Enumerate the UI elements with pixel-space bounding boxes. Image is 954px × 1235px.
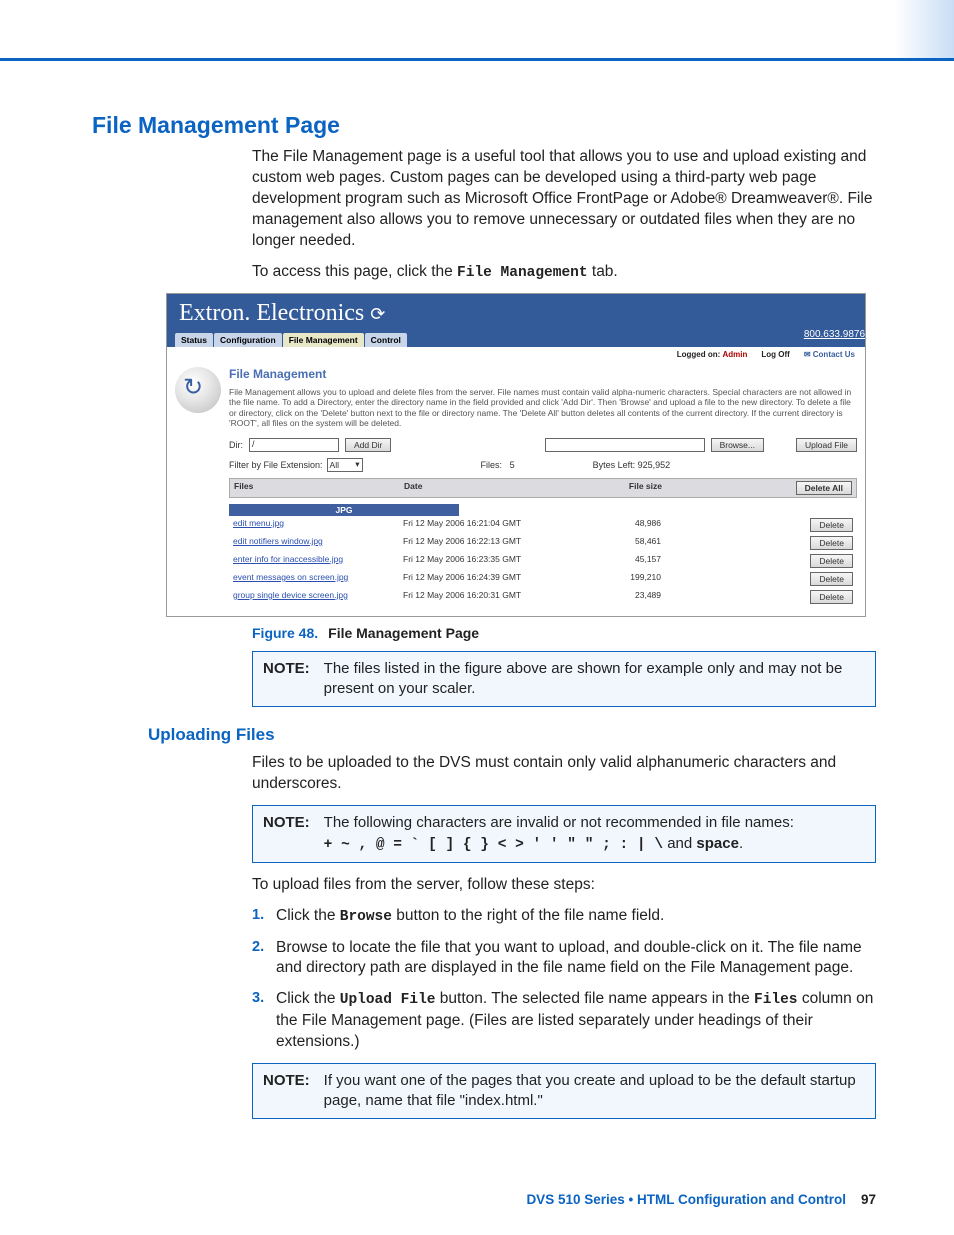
delete-button[interactable]: Delete	[810, 554, 853, 568]
top-gradient	[894, 0, 954, 58]
file-link[interactable]: group single device screen.jpg	[233, 590, 348, 600]
delete-button[interactable]: Delete	[810, 518, 853, 532]
intro-paragraph-1: The File Management page is a useful too…	[252, 147, 876, 252]
delete-button[interactable]: Delete	[810, 572, 853, 586]
col-date: Date	[404, 481, 594, 495]
top-rule	[0, 58, 954, 61]
add-dir-button[interactable]: Add Dir	[345, 438, 391, 452]
panel-description: File Management allows you to upload and…	[229, 387, 857, 428]
file-size: 58,461	[593, 536, 661, 550]
code-tab-name: File Management	[457, 265, 588, 281]
tab-bar: Status Configuration File Management Con…	[167, 329, 865, 347]
contact-link[interactable]: ✉ Contact Us	[804, 350, 855, 359]
filter-label: Filter by File Extension:	[229, 460, 323, 470]
upload-intro: Files to be uploaded to the DVS must con…	[252, 753, 876, 795]
file-group-jpg: JPG	[229, 504, 459, 516]
file-date: Fri 12 May 2006 16:21:04 GMT	[403, 518, 593, 532]
note-index-html: NOTE: If you want one of the pages that …	[252, 1063, 876, 1120]
file-date: Fri 12 May 2006 16:20:31 GMT	[403, 590, 593, 604]
upload-path-input[interactable]	[545, 438, 705, 452]
step-3: Click the Upload File button. The select…	[252, 989, 876, 1052]
file-size: 45,157	[593, 554, 661, 568]
file-link[interactable]: edit notifiers window.jpg	[233, 536, 323, 546]
bytes-left: Bytes Left: 925,952	[593, 460, 671, 470]
file-link[interactable]: event messages on screen.jpg	[233, 572, 348, 582]
note-invalid-chars: NOTE: The following characters are inval…	[252, 805, 876, 863]
tab-status[interactable]: Status	[175, 333, 213, 347]
logon-status: Logged on: Admin	[677, 350, 748, 359]
file-date: Fri 12 May 2006 16:24:39 GMT	[403, 572, 593, 586]
file-row: edit notifiers window.jpg Fri 12 May 2006…	[229, 534, 857, 552]
file-size: 23,489	[593, 590, 661, 604]
file-size: 48,986	[593, 518, 661, 532]
upload-file-button[interactable]: Upload File	[796, 438, 857, 452]
upload-steps-intro: To upload files from the server, follow …	[252, 875, 876, 896]
col-size: File size	[594, 481, 662, 495]
file-date: Fri 12 May 2006 16:22:13 GMT	[403, 536, 593, 550]
file-date: Fri 12 May 2006 16:23:35 GMT	[403, 554, 593, 568]
logo-icon	[175, 367, 221, 413]
tab-configuration[interactable]: Configuration	[214, 333, 282, 347]
file-size: 199,210	[593, 572, 661, 586]
file-row: edit menu.jpg Fri 12 May 2006 16:21:04 GM…	[229, 516, 857, 534]
file-row: enter info for inaccessible.jpg Fri 12 Ma…	[229, 552, 857, 570]
col-files: Files	[234, 481, 404, 495]
file-link[interactable]: enter info for inaccessible.jpg	[233, 554, 343, 564]
delete-all-button[interactable]: Delete All	[796, 481, 852, 495]
phone-number: 800.633.9876	[804, 329, 865, 340]
intro-paragraph-2: To access this page, click the File Mana…	[252, 262, 876, 284]
filter-select[interactable]: All▾	[327, 458, 363, 472]
upload-steps: Click the Browse button to the right of …	[252, 906, 876, 1053]
tab-file-management[interactable]: File Management	[283, 333, 364, 347]
figure-caption: Figure 48.File Management Page	[252, 625, 876, 641]
tab-control[interactable]: Control	[365, 333, 407, 347]
dir-input[interactable]: /	[249, 438, 339, 452]
files-count-label: Files: 5	[481, 460, 515, 470]
file-row: group single device screen.jpg Fri 12 May…	[229, 588, 857, 606]
brand-header: Extron. Electronics ⟳	[167, 294, 865, 329]
page-heading: File Management Page	[92, 112, 876, 139]
browse-button[interactable]: Browse...	[711, 438, 764, 452]
file-management-screenshot: Extron. Electronics ⟳ Status Configurati…	[166, 293, 866, 617]
page-footer: DVS 510 Series • HTML Configuration and …	[526, 1192, 876, 1207]
step-1: Click the Browse button to the right of …	[252, 906, 876, 928]
delete-button[interactable]: Delete	[810, 590, 853, 604]
delete-button[interactable]: Delete	[810, 536, 853, 550]
file-link[interactable]: edit menu.jpg	[233, 518, 284, 528]
uploading-files-heading: Uploading Files	[148, 725, 876, 745]
logoff-link[interactable]: Log Off	[761, 350, 789, 359]
file-row: event messages on screen.jpg Fri 12 May 2…	[229, 570, 857, 588]
dir-label: Dir:	[229, 440, 243, 450]
step-2: Browse to locate the file that you want …	[252, 938, 876, 980]
panel-title: File Management	[229, 367, 857, 381]
note-example-files: NOTE: The files listed in the figure abo…	[252, 651, 876, 708]
